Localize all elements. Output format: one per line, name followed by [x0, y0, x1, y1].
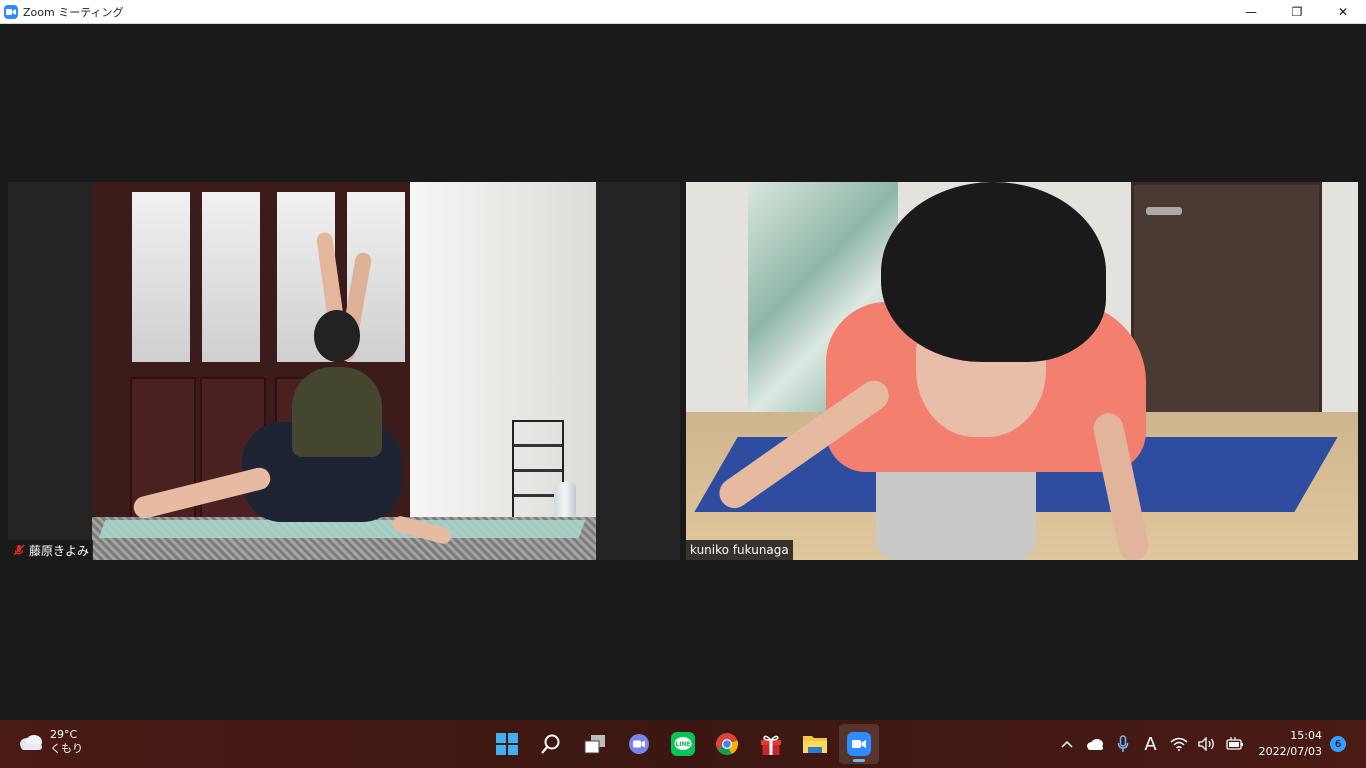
maximize-button[interactable]: ❐ — [1274, 0, 1320, 23]
task-view-icon — [584, 735, 605, 754]
chevron-up-icon — [1061, 740, 1073, 748]
windows-start-icon — [496, 733, 518, 755]
participant-name-tag: 藤原きよみ — [8, 540, 94, 560]
microphone-icon — [1117, 735, 1128, 752]
video-tile-participant-1[interactable]: 藤原きよみ — [8, 182, 680, 560]
speaker-icon — [1197, 737, 1214, 751]
wifi-icon — [1170, 737, 1188, 751]
clock-date: 2022/07/03 — [1258, 745, 1322, 758]
participant-1-video — [92, 182, 596, 560]
window-title: Zoom ミーティング — [23, 5, 124, 19]
task-view-button[interactable] — [575, 724, 615, 764]
battery-charging-icon — [1225, 737, 1243, 750]
mic-muted-icon — [13, 544, 25, 556]
weather-temperature: 29°C — [50, 728, 78, 741]
minimize-button[interactable]: — — [1228, 0, 1274, 23]
video-person — [314, 310, 360, 362]
meeting-gallery-view: 藤原きよみ kuniko fukunaga — [0, 24, 1366, 720]
taskbar: 29°C くもり LINE A 15:04 2022/07/03 6 — [0, 720, 1366, 768]
gift-app-button[interactable] — [751, 724, 791, 764]
door-glass-panel — [202, 192, 260, 362]
weather-widget[interactable]: 29°C くもり — [18, 728, 83, 756]
onedrive-button[interactable] — [1083, 732, 1107, 756]
onedrive-cloud-icon — [1086, 739, 1103, 750]
clock-time: 15:04 — [1290, 729, 1322, 742]
participant-2-video — [686, 182, 1358, 560]
weather-condition: くもり — [50, 742, 83, 755]
microphone-in-use-button[interactable] — [1111, 732, 1135, 756]
close-button[interactable]: ✕ — [1320, 0, 1366, 23]
line-icon-label: LINE — [675, 741, 690, 748]
search-icon — [541, 734, 560, 754]
cloud-icon — [20, 735, 42, 750]
wifi-button[interactable] — [1167, 732, 1191, 756]
search-button[interactable] — [531, 724, 571, 764]
battery-button[interactable] — [1223, 732, 1247, 756]
show-hidden-icons-button[interactable] — [1055, 732, 1079, 756]
zoom-taskbar-button[interactable] — [839, 724, 879, 764]
participant-name: 藤原きよみ — [29, 543, 90, 558]
volume-button[interactable] — [1195, 732, 1219, 756]
participant-name-tag: kuniko fukunaga — [686, 540, 793, 560]
video-yoga-mat — [98, 520, 586, 538]
video-person — [881, 182, 1106, 362]
video-door-handle — [1146, 207, 1182, 215]
line-app-button[interactable]: LINE — [663, 724, 703, 764]
video-door — [1131, 182, 1322, 433]
taskbar-clock[interactable]: 15:04 2022/07/03 — [1259, 728, 1322, 760]
file-explorer-button[interactable] — [795, 724, 835, 764]
chrome-icon — [716, 733, 739, 755]
video-tile-participant-2[interactable]: kuniko fukunaga — [686, 182, 1358, 560]
chat-icon — [629, 734, 649, 754]
zoom-app-icon — [4, 4, 18, 19]
participant-name: kuniko fukunaga — [690, 543, 789, 557]
system-tray: A 15:04 2022/07/03 6 — [1053, 720, 1366, 768]
start-button[interactable] — [487, 724, 527, 764]
folder-icon — [803, 736, 827, 753]
zoom-icon — [847, 732, 871, 756]
chat-button[interactable] — [619, 724, 659, 764]
ime-indicator[interactable]: A — [1139, 732, 1163, 756]
door-glass-panel — [132, 192, 190, 362]
title-bar: Zoom ミーティング — ❐ ✕ — [0, 0, 1366, 24]
video-person — [292, 367, 382, 457]
chrome-button[interactable] — [707, 724, 747, 764]
notification-badge[interactable]: 6 — [1330, 736, 1346, 752]
video-wall — [407, 182, 596, 527]
line-icon: LINE — [671, 732, 695, 756]
gift-icon — [761, 735, 781, 755]
